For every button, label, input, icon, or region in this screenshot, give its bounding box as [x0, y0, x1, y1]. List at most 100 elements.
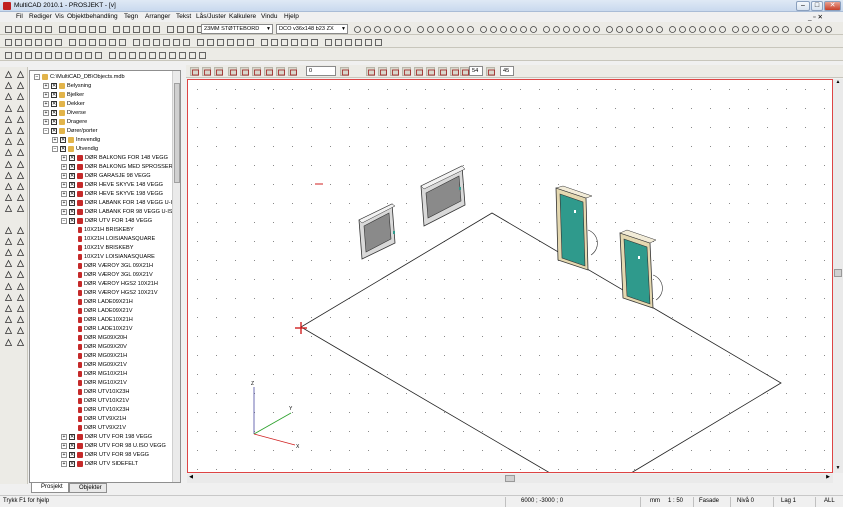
tree-item[interactable]: DØR VÆROY 3GL 09X21H	[70, 262, 153, 271]
toolbar-tool-icon[interactable]	[717, 24, 726, 33]
toolbar-tool-icon[interactable]	[63, 50, 72, 59]
palette-tool-icon[interactable]	[3, 203, 13, 213]
toolbar-tool-icon[interactable]	[3, 50, 12, 59]
palette-tool-icon[interactable]	[3, 147, 13, 157]
toolbar-tool-icon[interactable]	[392, 24, 401, 33]
tree-expander-icon[interactable]: +	[61, 181, 67, 188]
toolbar-tool-icon[interactable]	[323, 37, 332, 46]
checkbox-icon[interactable]: ✕	[51, 109, 57, 116]
toolbar-tool-icon[interactable]	[823, 24, 832, 33]
tree-item[interactable]: DØR LADE10X21V	[70, 325, 133, 334]
view-tool-icon[interactable]	[402, 67, 411, 76]
palette-tool-icon[interactable]	[3, 292, 13, 301]
menu-vis[interactable]: Vis	[55, 13, 64, 20]
toolbar-tool-icon[interactable]	[455, 24, 464, 33]
tree-item[interactable]: + ✕ DØR GARASJE 98 VEGG	[61, 172, 151, 181]
toolbar-tool-icon[interactable]	[498, 24, 507, 33]
tree-item[interactable]: DØR UTV10X23H	[70, 406, 129, 415]
toolbar-tool-icon[interactable]	[780, 24, 789, 33]
toolbar-tool-icon[interactable]	[13, 24, 22, 33]
toolbar-tool-icon[interactable]	[343, 37, 352, 46]
palette-tool-icon[interactable]	[15, 159, 25, 168]
view-tool-icon[interactable]	[366, 67, 375, 76]
checkbox-icon[interactable]: ✕	[69, 208, 75, 215]
tree-item[interactable]: DØR MG09X20V	[70, 343, 127, 352]
tree-expander-icon[interactable]: −	[61, 217, 67, 224]
tree-item[interactable]: DØR VÆROY HGS2 10X21H	[70, 280, 158, 289]
toolbar-tool-icon[interactable]	[131, 24, 140, 33]
palette-tool-icon[interactable]	[15, 181, 25, 190]
toolbar-tool-icon[interactable]	[793, 24, 802, 33]
object-select[interactable]: DCO v36x148 b23 ZX ▼	[276, 24, 348, 34]
toolbar-tool-icon[interactable]	[197, 50, 206, 59]
view-tool-icon[interactable]	[460, 67, 469, 76]
tree-item[interactable]: + ✕ DØR UTV FOR 198 VEGG	[61, 433, 152, 442]
toolbar-tool-icon[interactable]	[435, 24, 444, 33]
checkbox-icon[interactable]: ✕	[51, 100, 57, 107]
toolbar-tool-icon[interactable]	[111, 24, 120, 33]
toolbar-tool-icon[interactable]	[141, 37, 150, 46]
tree-item[interactable]: − C:\MultiCAD_DB\Objects.mdb	[34, 73, 125, 82]
toolbar-tool-icon[interactable]	[363, 37, 372, 46]
canvas-vertical-scrollbar[interactable]: ▲ ▼	[833, 79, 843, 473]
palette-tool-icon[interactable]	[3, 247, 13, 256]
toolbar-tool-icon[interactable]	[3, 37, 12, 46]
tree-expander-icon[interactable]: +	[43, 109, 49, 116]
toolbar-tool-icon[interactable]	[23, 24, 32, 33]
tree-item[interactable]: − ✕ DØR UTV FOR 148 VEGG	[61, 217, 152, 226]
checkbox-icon[interactable]: ✕	[69, 442, 75, 449]
palette-tool-icon[interactable]	[15, 125, 25, 134]
palette-tool-icon[interactable]	[3, 258, 13, 268]
view-tool-icon[interactable]	[240, 67, 249, 76]
palette-tool-icon[interactable]	[15, 325, 25, 335]
menu-fil[interactable]: Fil	[16, 13, 23, 20]
toolbar-tool-icon[interactable]	[67, 37, 76, 46]
toolbar-tool-icon[interactable]	[107, 50, 116, 59]
toolbar-tool-icon[interactable]	[591, 24, 600, 33]
toolbar-tool-icon[interactable]	[23, 50, 32, 59]
toolbar-tool-icon[interactable]	[167, 50, 176, 59]
menu-tekst[interactable]: Tekst	[176, 13, 191, 20]
view-tool-icon[interactable]	[252, 67, 261, 76]
tree-expander-icon[interactable]: −	[52, 145, 58, 152]
toolbar-tool-icon[interactable]	[309, 37, 318, 46]
toolbar-tool-icon[interactable]	[289, 37, 298, 46]
toolbar-tool-icon[interactable]	[97, 24, 106, 33]
tree-item[interactable]: + ✕ DØR HEVE SKYVE 148 VEGG	[61, 181, 163, 190]
tree-expander-icon[interactable]: +	[43, 82, 49, 89]
maximize-button[interactable]: □	[811, 1, 823, 11]
view-field-2[interactable]: 45	[500, 66, 514, 76]
toolbar-tool-icon[interactable]	[508, 24, 517, 33]
palette-tool-icon[interactable]	[15, 281, 25, 290]
tree-expander-icon[interactable]: +	[61, 433, 67, 440]
view-tool-icon[interactable]	[214, 67, 223, 76]
toolbar-tool-icon[interactable]	[373, 37, 382, 46]
palette-tool-icon[interactable]	[15, 303, 25, 312]
palette-tool-icon[interactable]	[15, 170, 25, 179]
tree-scrollbar[interactable]	[172, 71, 180, 482]
view-tool-icon[interactable]	[276, 67, 285, 76]
tab-objekter[interactable]: Objekter	[69, 483, 107, 493]
tree-item[interactable]: DØR UTV10X23H	[70, 388, 129, 397]
palette-tool-icon[interactable]	[3, 114, 13, 123]
toolbar-tool-icon[interactable]	[117, 50, 126, 59]
toolbar-tool-icon[interactable]	[67, 24, 76, 33]
tree-scroll-thumb[interactable]	[174, 83, 180, 183]
tree-item[interactable]: + ✕ Bjelker	[43, 91, 84, 100]
palette-tool-icon[interactable]	[3, 80, 13, 90]
toolbar-tool-icon[interactable]	[53, 37, 62, 46]
tree-expander-icon[interactable]: +	[52, 136, 58, 143]
palette-tool-icon[interactable]	[15, 258, 25, 268]
toolbar-tool-icon[interactable]	[382, 24, 391, 33]
toolbar-tool-icon[interactable]	[73, 50, 82, 59]
tree-item[interactable]: DØR VÆROY HGS2 10X21V	[70, 289, 158, 298]
palette-tool-icon[interactable]	[15, 103, 25, 112]
view-tool-icon[interactable]	[288, 67, 297, 76]
palette-tool-icon[interactable]	[15, 114, 25, 123]
palette-tool-icon[interactable]	[15, 314, 25, 324]
tree-item[interactable]: DØR UTV9X21H	[70, 415, 126, 424]
tree-item[interactable]: 10X21V BRISKEBY	[70, 244, 133, 253]
scroll-up-icon[interactable]: ▲	[834, 79, 842, 87]
toolbar-tool-icon[interactable]	[687, 24, 696, 33]
toolbar-tool-icon[interactable]	[235, 37, 244, 46]
